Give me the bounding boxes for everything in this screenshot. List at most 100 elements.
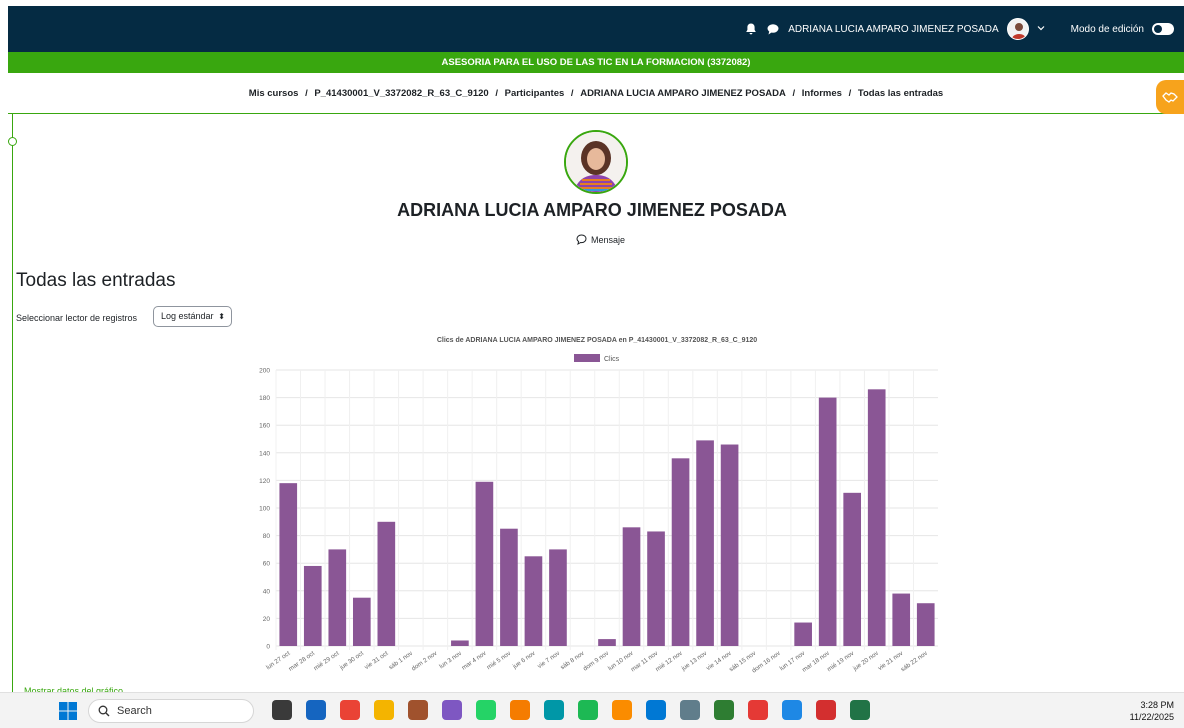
profile-picture — [564, 130, 628, 194]
y-tick-label: 200 — [259, 368, 270, 375]
course-title-bar[interactable]: ASESORIA PARA EL USO DE LAS TIC EN LA FO… — [8, 52, 1184, 73]
x-tick-label: dom 9 nov — [582, 649, 611, 672]
bar-clics[interactable] — [475, 481, 494, 646]
bar-clics[interactable] — [647, 531, 665, 646]
x-tick-label: jue 6 nov — [511, 649, 537, 670]
log-reader-label: Seleccionar lector de registros — [16, 313, 138, 323]
breadcrumb-item-informes[interactable]: Informes — [802, 88, 842, 99]
bar-clics[interactable] — [451, 640, 469, 646]
bar-clics[interactable] — [671, 458, 690, 646]
profile-name: ADRIANA LUCIA AMPARO JIMENEZ POSADA — [397, 200, 787, 220]
x-tick-label: dom 2 nov — [410, 649, 439, 672]
message-label: Mensaje — [591, 234, 626, 245]
y-tick-label: 120 — [259, 478, 270, 485]
legend-label[interactable]: Clics — [604, 356, 620, 363]
bar-clics[interactable] — [818, 397, 837, 646]
bar-clics[interactable] — [328, 549, 347, 646]
breadcrumb-item-user[interactable]: ADRIANA LUCIA AMPARO JIMENEZ POSADA — [580, 88, 786, 99]
x-tick-label: lun 3 nov — [438, 649, 464, 670]
bar-clics[interactable] — [696, 440, 714, 646]
bar-clics[interactable] — [377, 521, 396, 646]
system-clock[interactable]: 3:28 PM 11/22/2025 — [1130, 699, 1174, 723]
help-drawer-button[interactable] — [1156, 80, 1184, 114]
bell-icon[interactable] — [744, 22, 758, 36]
taskbar-app-icon[interactable] — [408, 700, 428, 720]
clock-time: 3:28 PM — [1140, 700, 1174, 710]
chat-bubble-icon[interactable] — [766, 22, 780, 36]
top-navbar: ADRIANA LUCIA AMPARO JIMENEZ POSADA Modo… — [8, 6, 1184, 52]
taskbar-app-icon[interactable] — [748, 700, 768, 720]
bar-clics[interactable] — [524, 556, 543, 646]
x-tick-label: vie 31 oct — [363, 650, 389, 671]
user-avatar[interactable] — [1006, 18, 1029, 40]
taskbar-app-icon[interactable] — [646, 700, 666, 720]
message-button[interactable]: Mensaje — [576, 234, 625, 245]
x-tick-label: vie 7 nov — [536, 649, 561, 670]
bar-clics[interactable] — [549, 549, 567, 646]
taskbar-app-icon[interactable] — [612, 700, 632, 720]
y-tick-label: 100 — [259, 506, 270, 513]
bar-clics[interactable] — [598, 639, 616, 646]
bar-clics[interactable] — [622, 527, 641, 646]
bar-clics[interactable] — [279, 483, 298, 646]
bar-clics[interactable] — [843, 492, 862, 646]
clicks-bar-chart: Clics de ADRIANA LUCIA AMPARO JIMENEZ PO… — [259, 337, 938, 675]
edit-mode-label: Modo de edición — [1070, 23, 1144, 35]
speech-bubble-icon — [576, 234, 587, 245]
taskbar-app-icon[interactable] — [714, 700, 734, 720]
x-tick-label: dom 16 nov — [751, 649, 783, 674]
breadcrumb-item-participantes[interactable]: Participantes — [505, 88, 565, 99]
breadcrumb-item-current: Todas las entradas — [857, 88, 944, 99]
legend-swatch[interactable] — [574, 354, 600, 362]
taskbar-app-icon[interactable] — [850, 700, 870, 720]
bar-clics[interactable] — [892, 593, 911, 646]
bar-clics[interactable] — [720, 444, 739, 646]
taskbar-app-icon[interactable] — [442, 700, 462, 720]
y-tick-label: 160 — [259, 423, 270, 430]
breadcrumb-item-course[interactable]: P_41430001_V_3372082_R_63_C_9120 — [314, 88, 488, 99]
navbar-user-area: ADRIANA LUCIA AMPARO JIMENEZ POSADA Modo… — [744, 6, 1174, 52]
log-reader-select[interactable]: Log estándar ⬍ — [153, 306, 232, 327]
bar-clics[interactable] — [794, 622, 812, 646]
x-tick-label: jue 20 nov — [851, 649, 880, 672]
taskbar-app-icon[interactable] — [476, 700, 496, 720]
taskbar-app-icon[interactable] — [578, 700, 598, 720]
taskbar-app-icon[interactable] — [272, 700, 292, 720]
bar-clics[interactable] — [303, 565, 322, 646]
bar-clics[interactable] — [916, 603, 935, 646]
taskbar-app-icon[interactable] — [306, 700, 326, 720]
x-tick-label: mar 4 nov — [461, 649, 489, 671]
bar-clics[interactable] — [500, 528, 518, 646]
taskbar-app-icon[interactable] — [510, 700, 530, 720]
clock-date: 11/22/2025 — [1129, 712, 1174, 722]
taskbar-search[interactable]: Search — [88, 699, 254, 723]
edit-mode-toggle[interactable] — [1152, 23, 1174, 35]
handshake-icon — [1162, 92, 1178, 103]
chart-title: Clics de ADRIANA LUCIA AMPARO JIMENEZ PO… — [437, 337, 757, 344]
log-reader-value: Log estándar — [161, 311, 214, 321]
user-name[interactable]: ADRIANA LUCIA AMPARO JIMENEZ POSADA — [788, 24, 998, 35]
bar-clics[interactable] — [867, 389, 886, 646]
x-tick-label: jue 30 oct — [338, 650, 365, 672]
y-tick-label: 20 — [263, 616, 271, 623]
y-tick-label: 180 — [259, 395, 270, 402]
taskbar-app-icon[interactable] — [816, 700, 836, 720]
x-tick-label: mié 5 nov — [486, 649, 513, 671]
x-tick-label: mar 28 oct — [288, 650, 317, 673]
breadcrumb-item-mis-cursos[interactable]: Mis cursos — [249, 88, 299, 99]
taskbar-app-icon[interactable] — [544, 700, 564, 720]
taskbar-app-icon[interactable] — [782, 700, 802, 720]
y-tick-label: 140 — [259, 450, 270, 457]
bar-clics[interactable] — [352, 597, 371, 646]
taskbar-app-icon[interactable] — [340, 700, 360, 720]
select-caret-icon: ⬍ — [218, 312, 225, 321]
breadcrumb-separator: / — [305, 88, 308, 99]
y-tick-label: 60 — [263, 561, 271, 568]
taskbar-app-icon[interactable] — [680, 700, 700, 720]
drawer-toggle-dot[interactable] — [8, 137, 17, 146]
search-placeholder: Search — [117, 705, 152, 717]
y-tick-label: 80 — [263, 533, 271, 540]
chevron-down-icon[interactable] — [1037, 24, 1045, 35]
taskbar-app-icon[interactable] — [374, 700, 394, 720]
windows-start-icon[interactable] — [58, 701, 78, 721]
